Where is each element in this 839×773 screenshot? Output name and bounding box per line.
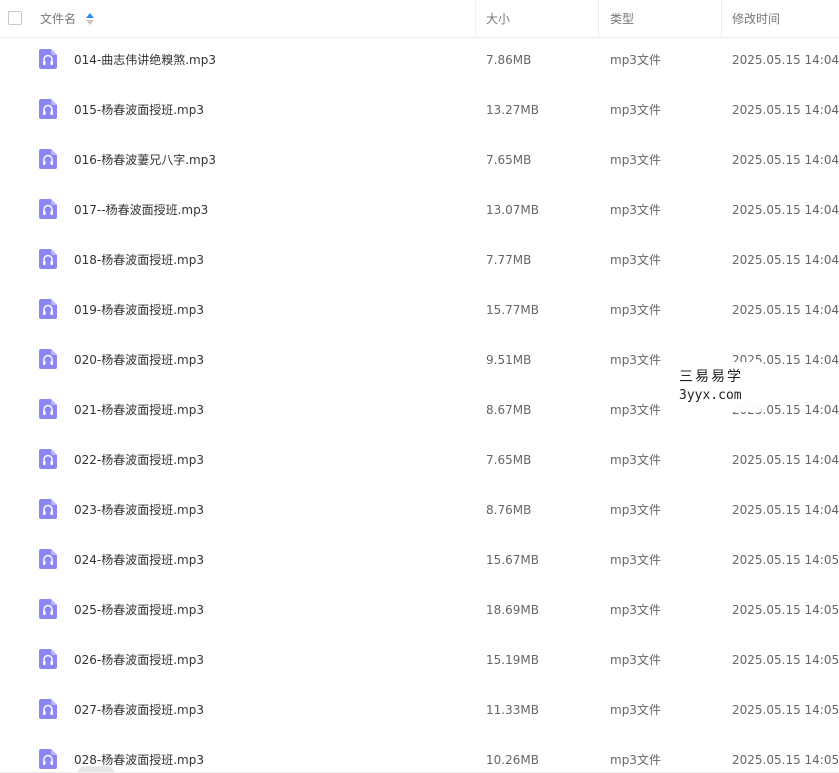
file-type: mp3文件 — [610, 53, 661, 67]
file-name[interactable]: 022-杨春波面授班.mp3 — [74, 438, 204, 482]
audio-file-icon — [39, 149, 57, 169]
file-row[interactable]: 026-杨春波面授班.mp3 15.19MB mp3文件 2025.05.15 14:… — [0, 638, 839, 688]
file-size: 11.33MB — [486, 703, 539, 717]
file-size: 9.51MB — [486, 353, 532, 367]
audio-file-icon — [39, 449, 57, 469]
file-modified-time: 2025.05.15 14:04 — [732, 103, 839, 117]
file-name[interactable]: 026-杨春波面授班.mp3 — [74, 638, 204, 682]
file-name[interactable]: 019-杨春波面授班.mp3 — [74, 288, 204, 332]
audio-file-icon — [39, 349, 57, 369]
file-row[interactable]: 019-杨春波面授班.mp3 15.77MB mp3文件 2025.05.15 14:… — [0, 288, 839, 338]
file-type: mp3文件 — [610, 153, 661, 167]
file-size: 18.69MB — [486, 603, 539, 617]
file-row[interactable]: 015-杨春波面授班.mp3 13.27MB mp3文件 2025.05.15 14:… — [0, 88, 839, 138]
file-type: mp3文件 — [610, 203, 661, 217]
column-divider — [598, 0, 599, 38]
file-modified-time: 2025.05.15 14:05 — [732, 603, 839, 617]
file-size: 15.77MB — [486, 303, 539, 317]
file-modified-time: 2025.05.15 14:05 — [732, 653, 839, 667]
file-size: 15.67MB — [486, 553, 539, 567]
column-header-modified-time[interactable]: 修改时间 — [732, 0, 780, 38]
file-type: mp3文件 — [610, 403, 661, 417]
audio-file-icon — [39, 499, 57, 519]
file-size: 13.07MB — [486, 203, 539, 217]
column-header-name[interactable]: 文件名 — [40, 0, 95, 38]
file-row[interactable]: 025-杨春波面授班.mp3 18.69MB mp3文件 2025.05.15 14:… — [0, 588, 839, 638]
file-row[interactable]: 028-杨春波面授班.mp3 10.26MB mp3文件 2025.05.15 14:… — [0, 738, 839, 773]
audio-file-icon — [39, 49, 57, 69]
file-type: mp3文件 — [610, 303, 661, 317]
column-header-name-label: 文件名 — [40, 12, 77, 26]
file-size: 7.65MB — [486, 153, 532, 167]
file-row[interactable]: 016-杨春波萋兄八字.mp3 7.65MB mp3文件 2025.05.15 14:… — [0, 138, 839, 188]
file-modified-time: 2025.05.15 14:04 — [732, 203, 839, 217]
file-type: mp3文件 — [610, 103, 661, 117]
file-name[interactable]: 023-杨春波面授班.mp3 — [74, 488, 204, 532]
file-name[interactable]: 015-杨春波面授班.mp3 — [74, 88, 204, 132]
file-modified-time: 2025.05.15 14:04 — [732, 503, 839, 517]
audio-file-icon — [39, 599, 57, 619]
sort-ascending-icon[interactable] — [86, 12, 95, 25]
audio-file-icon — [39, 299, 57, 319]
file-size: 7.65MB — [486, 453, 532, 467]
file-modified-time: 2025.05.15 14:05 — [732, 753, 839, 767]
watermark-line2: 3yyx.com — [679, 388, 742, 403]
audio-file-icon — [39, 99, 57, 119]
file-row[interactable]: 027-杨春波面授班.mp3 11.33MB mp3文件 2025.05.15 14:… — [0, 688, 839, 738]
audio-file-icon — [39, 199, 57, 219]
column-divider — [475, 0, 476, 38]
file-modified-time: 2025.05.15 14:04 — [732, 453, 839, 467]
audio-file-icon — [39, 249, 57, 269]
file-modified-time: 2025.05.15 14:04 — [732, 53, 839, 67]
column-header-type[interactable]: 类型 — [610, 0, 634, 38]
file-row[interactable]: 018-杨春波面授班.mp3 7.77MB mp3文件 2025.05.15 14:0… — [0, 238, 839, 288]
file-type: mp3文件 — [610, 353, 661, 367]
file-name[interactable]: 021-杨春波面授班.mp3 — [74, 388, 204, 432]
file-row[interactable]: 017--杨春波面授班.mp3 13.07MB mp3文件 2025.05.15 14… — [0, 188, 839, 238]
audio-file-icon — [39, 549, 57, 569]
file-row[interactable]: 022-杨春波面授班.mp3 7.65MB mp3文件 2025.05.15 14:0… — [0, 438, 839, 488]
file-size: 7.86MB — [486, 53, 532, 67]
file-type: mp3文件 — [610, 503, 661, 517]
file-type: mp3文件 — [610, 703, 661, 717]
file-type: mp3文件 — [610, 453, 661, 467]
column-header-size[interactable]: 大小 — [486, 0, 510, 38]
watermark: 三易易学 3yyx.com — [669, 362, 761, 412]
file-modified-time: 2025.05.15 14:04 — [732, 303, 839, 317]
file-name[interactable]: 017--杨春波面授班.mp3 — [74, 188, 208, 232]
file-name[interactable]: 014-曲志伟讲绝糗煞.mp3 — [74, 38, 216, 82]
file-type: mp3文件 — [610, 253, 661, 267]
file-type: mp3文件 — [610, 553, 661, 567]
file-name[interactable]: 020-杨春波面授班.mp3 — [74, 338, 204, 382]
audio-file-icon — [39, 699, 57, 719]
file-size: 7.77MB — [486, 253, 532, 267]
column-divider — [721, 0, 722, 38]
file-name[interactable]: 024-杨春波面授班.mp3 — [74, 538, 204, 582]
file-name[interactable]: 016-杨春波萋兄八字.mp3 — [74, 138, 216, 182]
file-modified-time: 2025.05.15 14:05 — [732, 553, 839, 567]
file-modified-time: 2025.05.15 14:04 — [732, 153, 839, 167]
file-type: mp3文件 — [610, 653, 661, 667]
audio-file-icon — [39, 399, 57, 419]
file-list-header: 文件名 大小 类型 修改时间 — [0, 0, 839, 38]
file-modified-time: 2025.05.15 14:04 — [732, 253, 839, 267]
file-name[interactable]: 018-杨春波面授班.mp3 — [74, 238, 204, 282]
audio-file-icon — [39, 749, 57, 769]
select-all-checkbox[interactable] — [8, 11, 22, 25]
file-row[interactable]: 014-曲志伟讲绝糗煞.mp3 7.86MB mp3文件 2025.05.15 14:… — [0, 38, 839, 88]
file-row[interactable]: 023-杨春波面授班.mp3 8.76MB mp3文件 2025.05.15 14:0… — [0, 488, 839, 538]
watermark-line1: 三易易学 — [679, 369, 743, 385]
file-type: mp3文件 — [610, 603, 661, 617]
file-size: 8.76MB — [486, 503, 532, 517]
file-name[interactable]: 025-杨春波面授班.mp3 — [74, 588, 204, 632]
file-type: mp3文件 — [610, 753, 661, 767]
file-size: 13.27MB — [486, 103, 539, 117]
file-name[interactable]: 027-杨春波面授班.mp3 — [74, 688, 204, 732]
file-modified-time: 2025.05.15 14:05 — [732, 703, 839, 717]
file-row[interactable]: 024-杨春波面授班.mp3 15.67MB mp3文件 2025.05.15 14:… — [0, 538, 839, 588]
file-size: 8.67MB — [486, 403, 532, 417]
file-size: 15.19MB — [486, 653, 539, 667]
audio-file-icon — [39, 649, 57, 669]
file-size: 10.26MB — [486, 753, 539, 767]
